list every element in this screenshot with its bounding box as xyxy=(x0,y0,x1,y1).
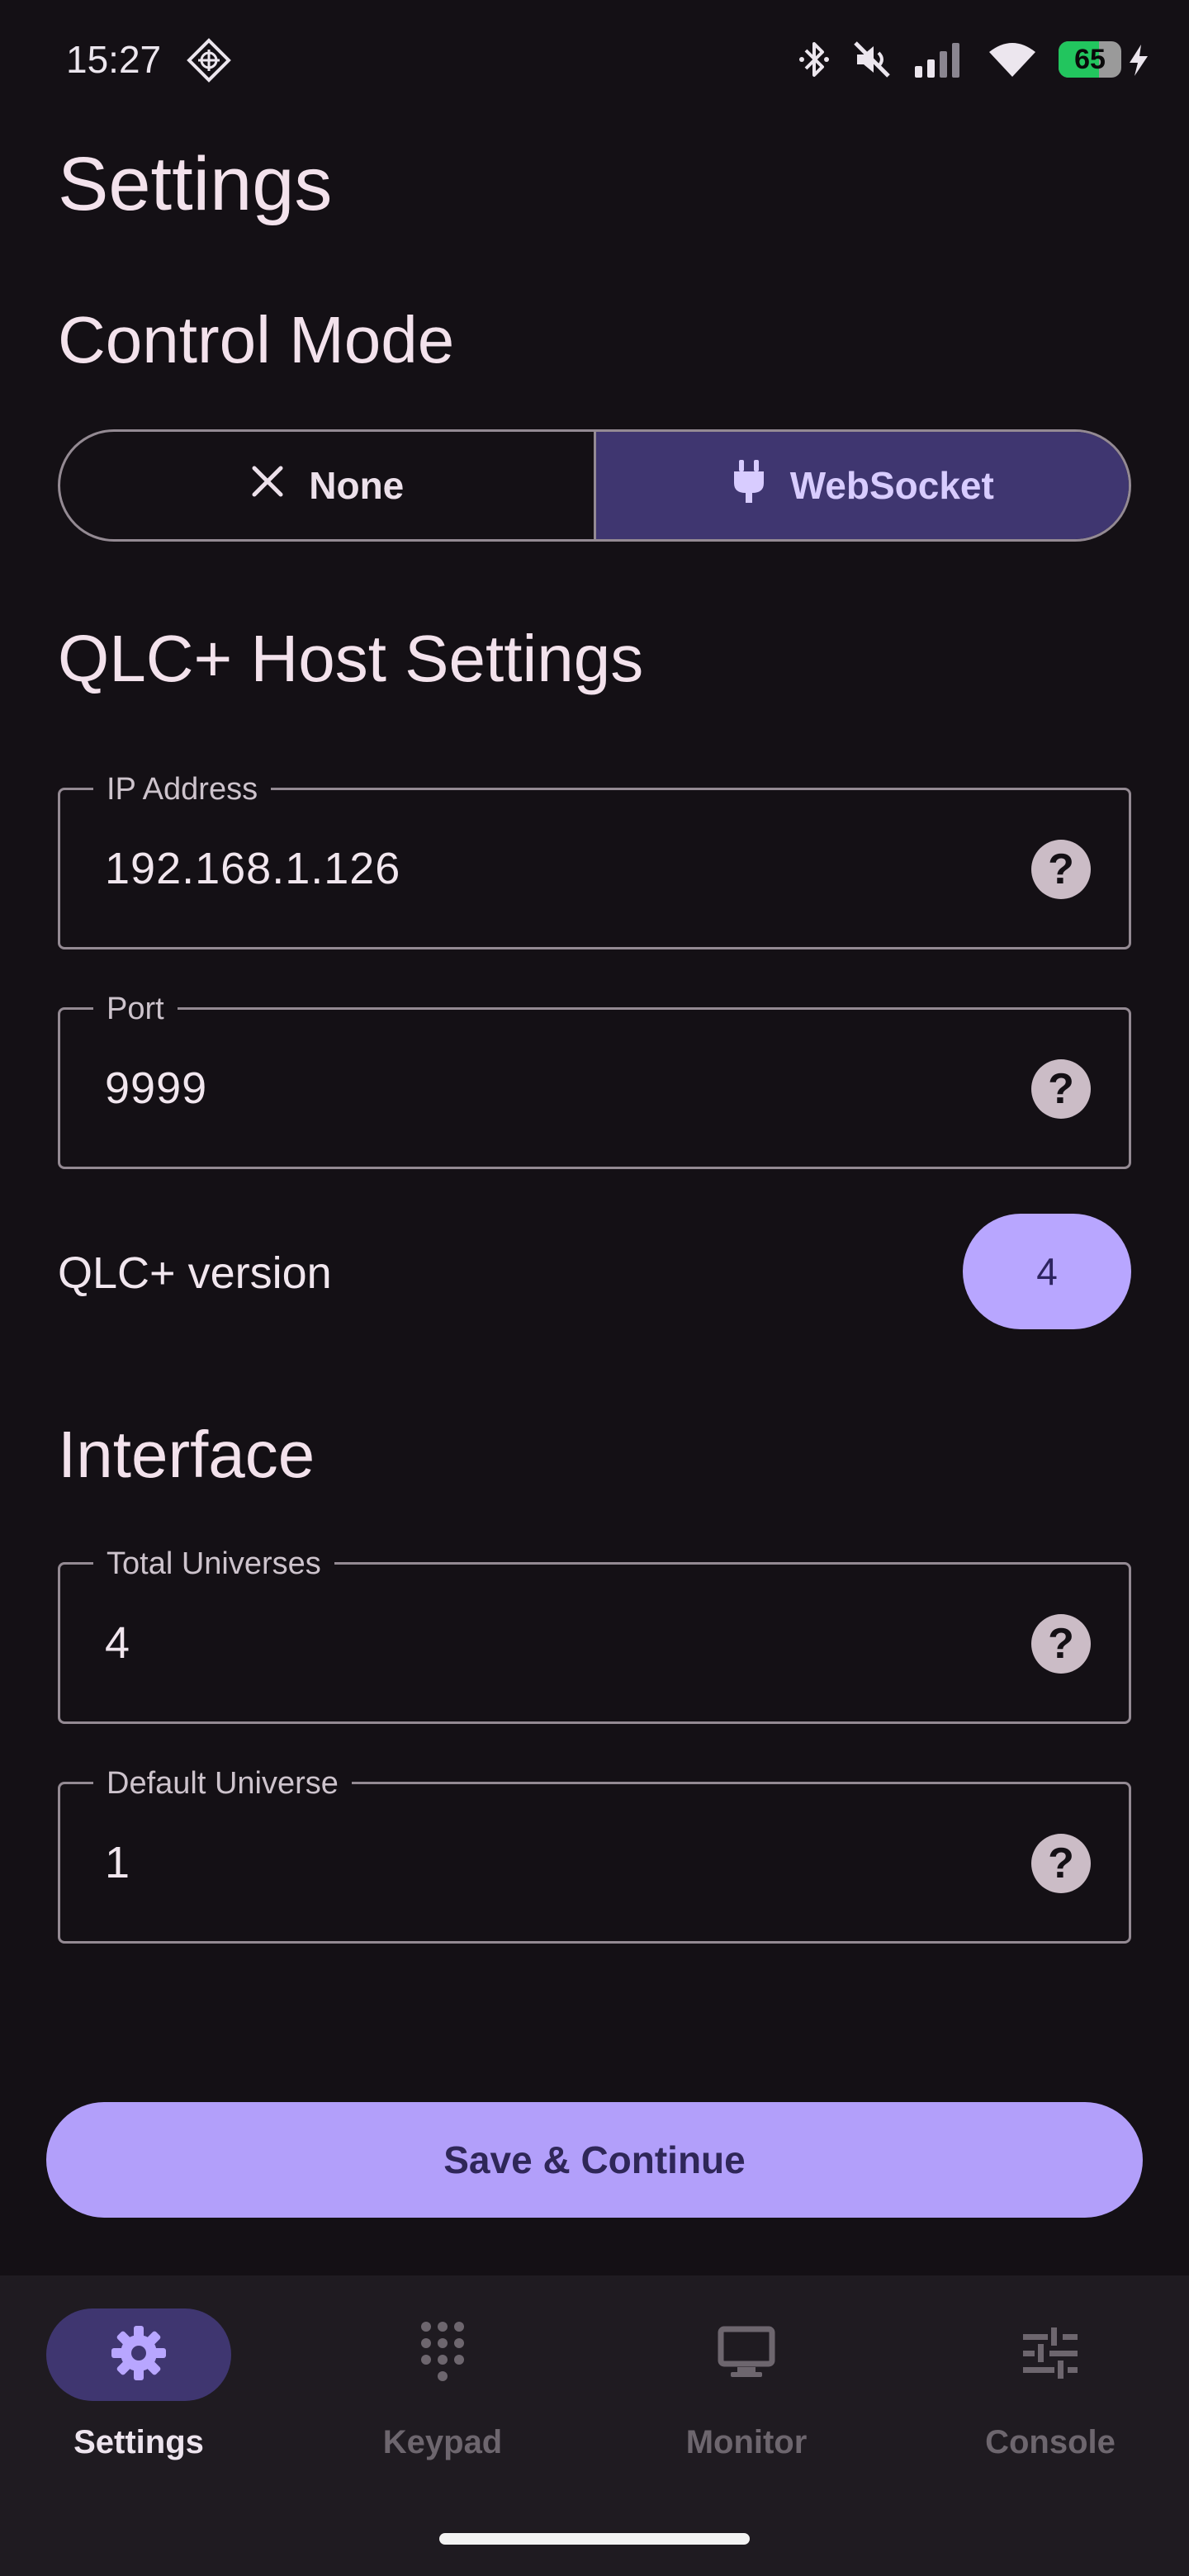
help-icon[interactable]: ? xyxy=(1031,840,1091,899)
plug-icon xyxy=(731,458,767,514)
total-universes-value[interactable]: 4 xyxy=(105,1565,130,1721)
bluetooth-icon xyxy=(798,39,831,80)
qlc-version-label: QLC+ version xyxy=(58,1248,332,1298)
close-icon xyxy=(249,463,286,509)
ip-address-field[interactable]: IP Address 192.168.1.126 ? xyxy=(58,770,1131,949)
default-universe-label: Default Universe xyxy=(93,1764,352,1802)
nav-item-console[interactable]: Console xyxy=(926,2308,1174,2474)
help-icon[interactable]: ? xyxy=(1031,1059,1091,1119)
nav-item-settings[interactable]: Settings xyxy=(15,2308,263,2474)
save-continue-button[interactable]: Save & Continue xyxy=(46,2102,1143,2218)
control-mode-websocket-label: WebSocket xyxy=(789,464,994,507)
nav-item-keypad[interactable]: Keypad xyxy=(319,2308,566,2474)
nav-label-keypad: Keypad xyxy=(382,2424,503,2460)
status-icons: 65 xyxy=(798,36,1148,83)
interface-title: Interface xyxy=(58,1418,315,1491)
help-icon[interactable]: ? xyxy=(1031,1614,1091,1674)
wifi-icon xyxy=(988,40,1037,78)
charging-bolt-icon xyxy=(1128,45,1149,76)
nav-item-monitor[interactable]: Monitor xyxy=(623,2308,870,2474)
nav-label-settings: Settings xyxy=(73,2424,204,2460)
nav-pill xyxy=(350,2308,535,2401)
port-value[interactable]: 9999 xyxy=(105,1010,207,1167)
bottom-navigation: Settings Keypad Monitor Console xyxy=(0,2275,1189,2576)
default-universe-field[interactable]: Default Universe 1 ? xyxy=(58,1764,1131,1944)
sliders-icon xyxy=(1021,2327,1079,2383)
nav-label-monitor: Monitor xyxy=(685,2424,808,2460)
mute-icon xyxy=(852,40,892,79)
nav-pill xyxy=(46,2308,231,2401)
control-mode-title: Control Mode xyxy=(58,303,455,376)
control-mode-selector: None WebSocket xyxy=(58,429,1131,542)
gear-icon xyxy=(110,2324,168,2386)
nav-label-console: Console xyxy=(985,2424,1116,2460)
nav-pill xyxy=(958,2308,1143,2401)
page-title: Settings xyxy=(58,142,333,226)
control-mode-websocket-button[interactable]: WebSocket xyxy=(593,432,1129,539)
qlc-version-button[interactable]: 4 xyxy=(963,1214,1131,1329)
help-icon[interactable]: ? xyxy=(1031,1834,1091,1893)
battery-level: 65 xyxy=(1074,44,1106,75)
port-field[interactable]: Port 9999 ? xyxy=(58,990,1131,1169)
status-time: 15:27 xyxy=(66,38,162,81)
host-settings-title: QLC+ Host Settings xyxy=(58,622,644,695)
ip-address-value[interactable]: 192.168.1.126 xyxy=(105,790,400,947)
control-mode-none-button[interactable]: None xyxy=(60,432,594,539)
home-indicator[interactable] xyxy=(439,2533,750,2545)
location-diamond-icon xyxy=(187,38,231,83)
nav-pill xyxy=(654,2308,839,2401)
battery-icon: 65 xyxy=(1059,41,1148,78)
signal-icon xyxy=(913,41,966,78)
default-universe-value[interactable]: 1 xyxy=(105,1784,130,1941)
control-mode-none-label: None xyxy=(309,464,405,507)
monitor-icon xyxy=(718,2326,775,2384)
total-universes-field[interactable]: Total Universes 4 ? xyxy=(58,1545,1131,1724)
dialpad-icon xyxy=(418,2320,467,2390)
